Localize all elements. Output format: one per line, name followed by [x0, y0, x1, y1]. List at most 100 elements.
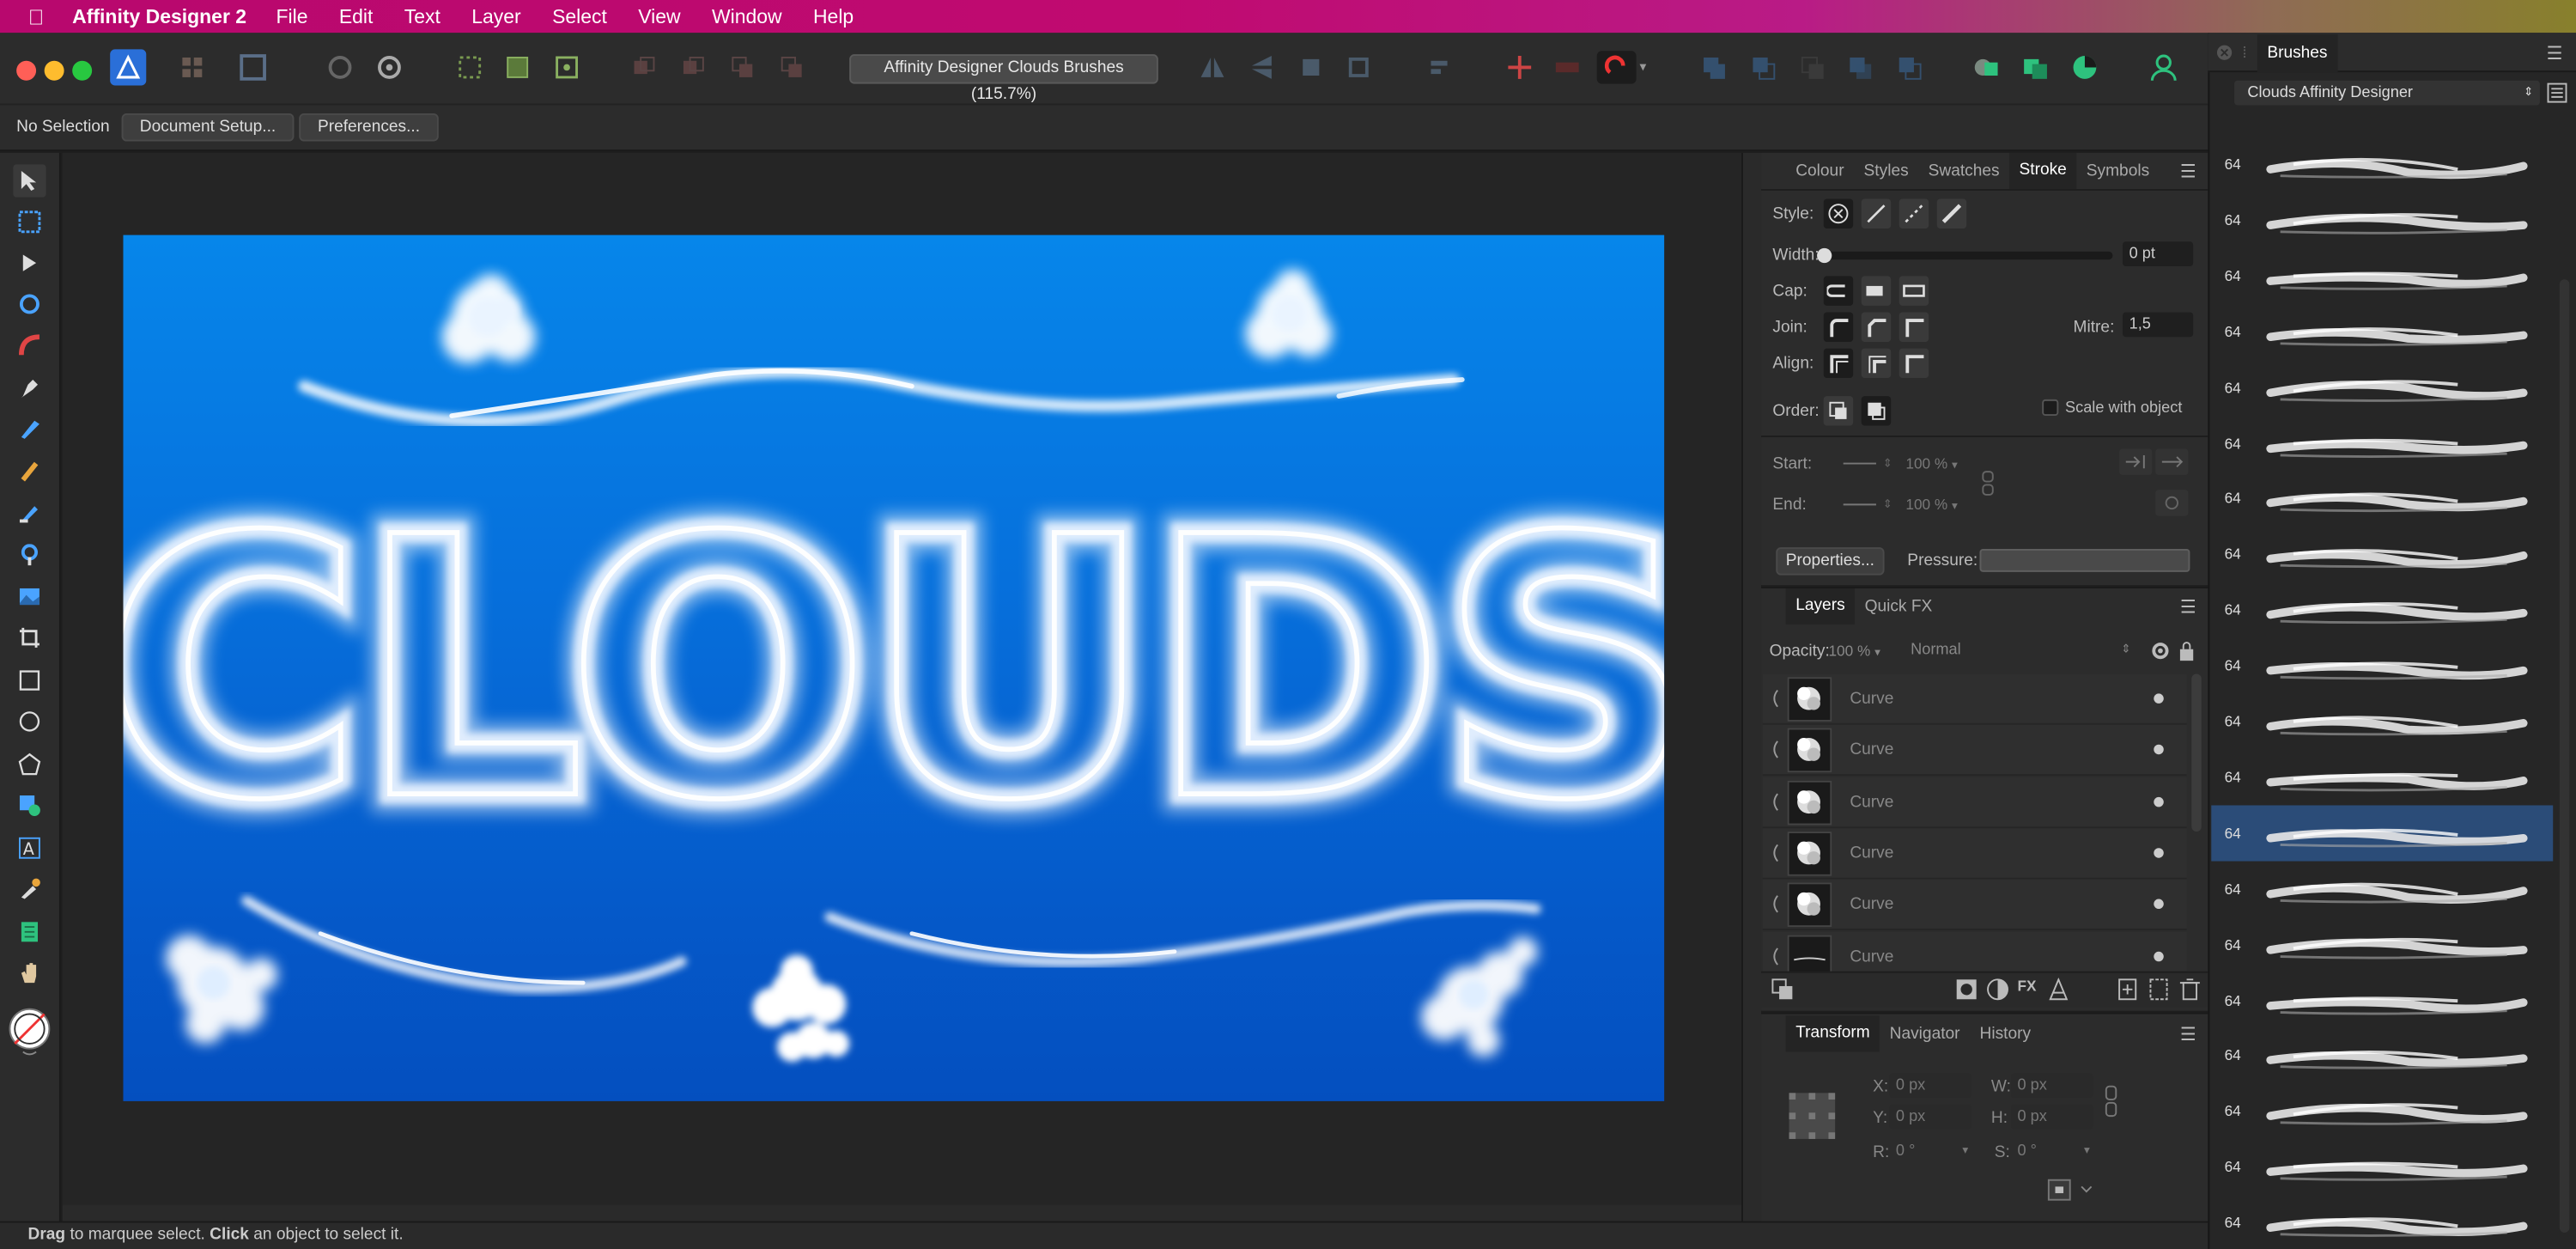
tab-navigator[interactable]: Navigator — [1880, 1025, 1970, 1043]
layer-effects-icon[interactable]: FX — [2017, 978, 2040, 1001]
width-value-field[interactable]: 0 pt — [2122, 241, 2194, 266]
fill-tool-icon[interactable] — [13, 497, 46, 529]
mask-layer-icon[interactable] — [1955, 978, 1978, 1001]
layer-settings-gear-icon[interactable] — [2149, 639, 2172, 662]
cap-square-icon[interactable] — [1899, 276, 1929, 306]
artboard[interactable]: CLOUDS CLOUDS CLOUDS — [123, 235, 1665, 1101]
scale-with-object-checkbox[interactable] — [2042, 399, 2059, 417]
rectangle-tool-icon[interactable] — [13, 664, 46, 697]
brush-item[interactable]: 64 — [2211, 1195, 2553, 1249]
transform-panel-menu-icon[interactable]: ☰ — [2180, 1024, 2196, 1045]
layer-visibility-icon[interactable] — [2154, 950, 2164, 961]
settings-gear-icon[interactable] — [373, 51, 405, 83]
boolean-divide-icon[interactable] — [1893, 51, 1925, 83]
arrange-back-icon[interactable] — [628, 51, 660, 83]
brush-item[interactable]: 64 — [2211, 917, 2553, 972]
menu-text[interactable]: Text — [404, 5, 440, 28]
pressure-curve-control[interactable] — [1979, 549, 2190, 572]
r-field[interactable]: 0 ° ▾ — [1889, 1139, 1971, 1164]
menu-view[interactable]: View — [638, 5, 680, 28]
layer-row[interactable]: Curve — [1762, 879, 2187, 931]
ellipse-tool-icon[interactable] — [13, 705, 46, 738]
arrange-forward-icon[interactable] — [726, 51, 759, 83]
pencil-tool-icon[interactable] — [13, 412, 46, 445]
brush-category-select[interactable]: Clouds Affinity Designer ⇕ — [2234, 80, 2540, 106]
blend-mode-select[interactable]: Normal ⇕ — [1904, 639, 2137, 662]
join-miter-icon[interactable] — [1899, 312, 1929, 342]
swap-arrowheads-icon[interactable] — [2155, 490, 2189, 516]
apple-icon[interactable]:  — [0, 4, 72, 29]
close-panel-icon[interactable] — [2216, 45, 2233, 61]
rotate-left-icon[interactable] — [1295, 51, 1327, 83]
arrange-backward-icon[interactable] — [677, 51, 709, 83]
cap-round-icon[interactable] — [1823, 276, 1854, 306]
align-center-icon[interactable] — [1823, 348, 1854, 379]
node-tool-icon[interactable] — [13, 247, 46, 279]
start-arrowhead-select[interactable]: ⇕ — [1820, 452, 1896, 475]
move-tool-icon[interactable] — [13, 164, 46, 198]
account-icon[interactable] — [2148, 51, 2180, 83]
panel-grip-icon[interactable]: ⁞ — [2243, 45, 2247, 61]
brush-item[interactable]: 64 — [2211, 693, 2553, 749]
layers-scrollbar[interactable] — [2191, 673, 2202, 832]
brushes-tab[interactable]: Brushes — [2257, 34, 2337, 73]
tab-styles[interactable]: Styles — [1854, 161, 1918, 180]
brush-list-view-icon[interactable] — [2547, 82, 2568, 104]
rotate-right-icon[interactable] — [1342, 51, 1375, 83]
arrowhead-position-outside-icon[interactable] — [2155, 448, 2189, 475]
width-slider-thumb[interactable] — [1817, 247, 1832, 264]
flip-horizontal-icon[interactable] — [1196, 51, 1229, 83]
tab-quick-fx[interactable]: Quick FX — [1855, 597, 1942, 615]
layer-visibility-icon[interactable] — [2154, 899, 2164, 910]
x-field[interactable]: 0 px — [1889, 1073, 1971, 1099]
artboard-tool-icon[interactable] — [13, 205, 46, 238]
adjustment-layer-icon[interactable] — [1986, 978, 2009, 1001]
stroke-behind-fill-icon[interactable] — [1823, 396, 1854, 426]
stroke-style-dashed-icon[interactable] — [1899, 198, 1929, 228]
snapping-grid-icon[interactable] — [1504, 51, 1536, 83]
transparency-tool-icon[interactable] — [13, 539, 46, 572]
brush-item[interactable]: 64 — [2211, 1139, 2553, 1195]
arrange-front-icon[interactable] — [775, 51, 808, 83]
w-field[interactable]: 0 px — [2010, 1073, 2093, 1099]
start-scale-field[interactable]: 100 % ▾ — [1905, 452, 1974, 475]
brush-item[interactable]: 64 — [2211, 527, 2553, 582]
brush-item[interactable]: 64 — [2211, 1028, 2553, 1084]
corner-tool-icon[interactable] — [13, 329, 46, 362]
layer-lock-icon[interactable] — [2178, 639, 2195, 662]
brush-item[interactable]: 64 — [2211, 805, 2554, 862]
export-persona-icon[interactable] — [237, 51, 270, 83]
pixel-persona-icon[interactable] — [176, 51, 209, 83]
anchor-point-selector[interactable] — [1786, 1089, 1838, 1142]
delete-layer-icon[interactable] — [2178, 978, 2202, 1001]
stroke-panel-menu-icon[interactable]: ☰ — [2180, 161, 2196, 182]
properties-button[interactable]: Properties... — [1776, 547, 1885, 576]
tab-stroke[interactable]: Stroke — [2009, 152, 2077, 190]
transform-select-icon[interactable] — [550, 51, 583, 83]
document-setup-button[interactable]: Document Setup... — [121, 113, 295, 142]
select-all-icon[interactable] — [501, 51, 534, 83]
layer-expand-icon[interactable] — [1768, 791, 1781, 811]
brush-item[interactable]: 64 — [2211, 192, 2553, 248]
align-inside-icon[interactable] — [1861, 348, 1892, 379]
document-title[interactable]: Affinity Designer Clouds Brushes (115.7%… — [849, 54, 1158, 104]
tab-history[interactable]: History — [1970, 1025, 2041, 1043]
link-scale-icon[interactable] — [1981, 470, 1994, 497]
brush-item[interactable]: 64 — [2211, 582, 2553, 638]
pen-tool-icon[interactable] — [13, 371, 46, 404]
layer-visibility-icon[interactable] — [2154, 693, 2164, 704]
brushes-menu-icon[interactable]: ☰ — [2547, 43, 2563, 64]
brushes-scrollbar[interactable] — [2559, 279, 2570, 1233]
color-picker-tool-icon[interactable] — [13, 873, 46, 905]
flip-vertical-icon[interactable] — [1245, 51, 1278, 83]
brush-item[interactable]: 64 — [2211, 248, 2553, 304]
menu-edit[interactable]: Edit — [339, 5, 374, 28]
brush-item[interactable]: 64 — [2211, 415, 2553, 471]
layer-row[interactable]: Curve — [1762, 725, 2187, 777]
menu-window[interactable]: Window — [712, 5, 782, 28]
cap-butt-icon[interactable] — [1861, 276, 1892, 306]
crop-tool-icon[interactable] — [13, 621, 46, 654]
arrowhead-position-inside-icon[interactable] — [2119, 448, 2153, 475]
width-slider-track[interactable] — [1823, 251, 2113, 260]
h-field[interactable]: 0 px — [2010, 1104, 2093, 1130]
